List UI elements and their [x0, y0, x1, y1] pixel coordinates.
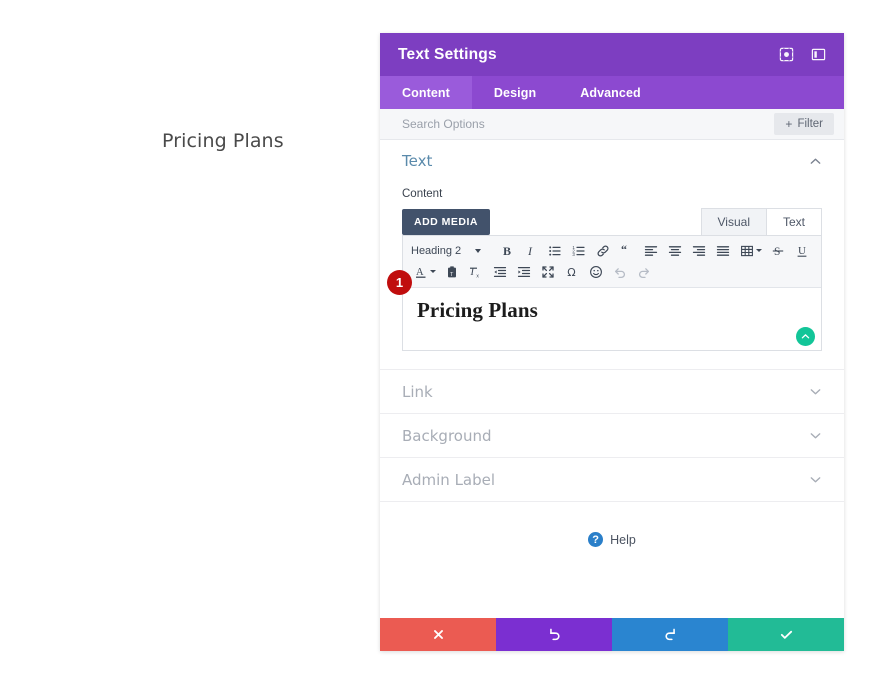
help-question-icon: ? — [588, 532, 604, 547]
search-filter-bar: + Filter — [380, 109, 844, 140]
redo-button[interactable] — [612, 618, 728, 651]
section-admin-label-title: Admin Label — [402, 470, 496, 489]
chevron-up-icon[interactable] — [809, 155, 822, 168]
help-link[interactable]: ? Help — [380, 532, 844, 547]
table-dropdown-caret-icon[interactable] — [756, 249, 762, 252]
editor-heading-text[interactable]: Pricing Plans — [417, 298, 807, 323]
canvas-page-heading: Pricing Plans — [162, 130, 284, 152]
svg-text:Ω: Ω — [567, 266, 575, 279]
chevron-down-icon[interactable] — [809, 429, 822, 442]
cancel-button[interactable] — [380, 618, 496, 651]
section-admin-label[interactable]: Admin Label — [380, 458, 844, 502]
svg-text:A: A — [416, 267, 424, 278]
svg-text:x: x — [476, 273, 479, 279]
section-text: Text Content ADD MEDIA Visual Text Headi… — [380, 140, 844, 370]
editor-content-area[interactable]: 1 Pricing Plans — [387, 270, 821, 350]
format-select[interactable]: Heading 2 — [409, 241, 487, 261]
section-link-title: Link — [402, 382, 433, 401]
underline-icon[interactable]: U — [790, 241, 814, 261]
bold-icon[interactable]: B — [495, 241, 519, 261]
section-background[interactable]: Background — [380, 414, 844, 458]
svg-text:3: 3 — [572, 252, 575, 257]
add-media-button[interactable]: ADD MEDIA — [402, 209, 490, 235]
editor-view-tabs: Visual Text — [700, 208, 822, 235]
svg-text:B: B — [503, 244, 511, 258]
section-background-title: Background — [402, 426, 492, 445]
italic-icon[interactable]: I — [519, 241, 543, 261]
help-label: Help — [610, 532, 636, 547]
section-text-header[interactable]: Text — [402, 140, 822, 182]
tab-advanced[interactable]: Advanced — [558, 76, 663, 109]
step-badge-1: 1 — [387, 270, 412, 295]
text-color-dropdown-caret-icon[interactable] — [430, 270, 436, 273]
section-text-title: Text — [402, 152, 433, 170]
editor-topbar: ADD MEDIA Visual Text — [402, 208, 822, 235]
wysiwyg-editor: Heading 2 B I 1 2 3 “ S U A T I x Ω 1 Pr… — [387, 235, 822, 351]
tab-text[interactable]: Text — [766, 208, 822, 235]
content-field-label: Content — [402, 188, 443, 200]
format-select-label: Heading 2 — [411, 244, 462, 257]
special-character-icon[interactable]: Ω — [560, 262, 584, 282]
chevron-down-icon[interactable] — [809, 385, 822, 398]
modal-header: Text Settings — [380, 33, 844, 76]
clear-formatting-icon[interactable]: I x — [464, 262, 488, 282]
filter-button-label: Filter — [797, 118, 823, 130]
outdent-icon[interactable] — [488, 262, 512, 282]
panel-layout-icon[interactable] — [811, 47, 826, 62]
toolbar-row-2: A T I x Ω — [409, 261, 815, 282]
content-editor-wrap: Content ADD MEDIA Visual Text Heading 2 … — [387, 188, 822, 369]
search-options-input[interactable] — [402, 117, 775, 131]
modal-body: Text Content ADD MEDIA Visual Text Headi… — [380, 140, 844, 618]
svg-text:U: U — [798, 245, 806, 257]
blockquote-icon[interactable]: “ — [615, 241, 639, 261]
chevron-down-icon[interactable] — [809, 473, 822, 486]
save-button[interactable] — [728, 618, 844, 651]
text-settings-modal: Text Settings Content Design Advanced Se… — [380, 33, 844, 651]
paste-as-text-icon[interactable]: T — [440, 262, 464, 282]
redo-icon[interactable] — [632, 262, 656, 282]
link-icon[interactable] — [591, 241, 615, 261]
editor-collapse-toggle[interactable] — [796, 327, 815, 346]
chevron-down-icon — [475, 248, 481, 253]
tab-content[interactable]: Content — [380, 76, 472, 109]
modal-title: Text Settings — [398, 45, 497, 63]
filter-button[interactable]: + Filter — [774, 113, 834, 135]
modal-tab-bar: Content Design Advanced — [380, 76, 844, 109]
align-justify-icon[interactable] — [711, 241, 735, 261]
svg-text:I: I — [527, 244, 533, 258]
editor-toolbar: Heading 2 B I 1 2 3 “ S U A T I x Ω — [403, 236, 821, 288]
focus-target-icon[interactable] — [779, 47, 794, 62]
emoji-icon[interactable] — [584, 262, 608, 282]
strikethrough-icon[interactable]: S — [766, 241, 790, 261]
modal-header-icons — [779, 47, 826, 62]
undo-button[interactable] — [496, 618, 612, 651]
numbered-list-icon[interactable]: 1 2 3 — [567, 241, 591, 261]
modal-footer-actions — [380, 618, 844, 651]
svg-text:“: “ — [621, 244, 627, 256]
fullscreen-icon[interactable] — [536, 262, 560, 282]
section-link[interactable]: Link — [380, 370, 844, 414]
align-right-icon[interactable] — [687, 241, 711, 261]
align-left-icon[interactable] — [639, 241, 663, 261]
svg-text:S: S — [774, 246, 780, 258]
tab-design[interactable]: Design — [472, 76, 558, 109]
page-root: Pricing Plans Text Settings Content Desi… — [0, 0, 880, 685]
toolbar-row-1: Heading 2 B I 1 2 3 “ S U — [409, 240, 815, 261]
plus-icon: + — [785, 117, 793, 131]
align-center-icon[interactable] — [663, 241, 687, 261]
bulleted-list-icon[interactable] — [543, 241, 567, 261]
tab-visual[interactable]: Visual — [700, 208, 767, 235]
undo-icon[interactable] — [608, 262, 632, 282]
indent-icon[interactable] — [512, 262, 536, 282]
